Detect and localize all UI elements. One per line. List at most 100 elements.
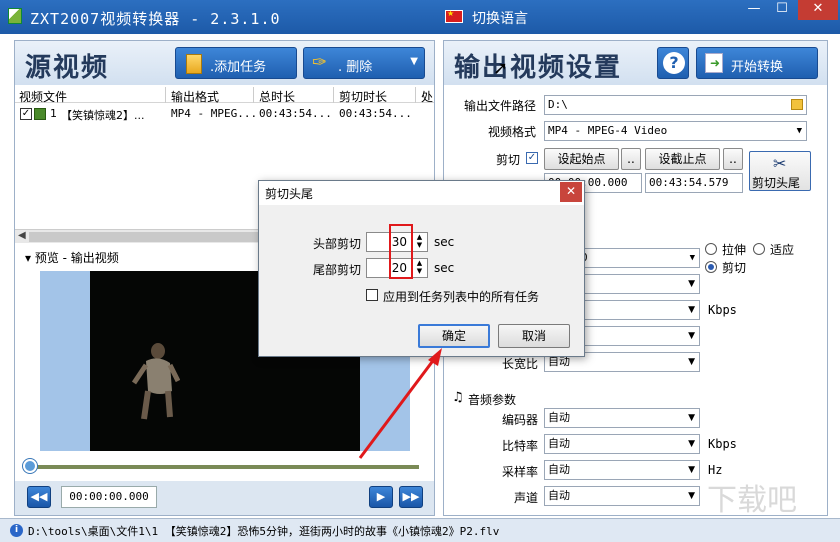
video-kbps-unit: Kbps (708, 303, 737, 317)
channels-value: 自动 (548, 489, 570, 502)
fit-radio[interactable] (753, 243, 765, 255)
title-bar: ZXT2007视频转换器 - 2.3.1.0 切换语言 — ☐ ✕ (0, 0, 840, 34)
preview-label-text: 预览 - 输出视频 (34, 251, 119, 265)
dialog-close-button[interactable]: ✕ (560, 182, 582, 202)
end-more-button[interactable]: .. (723, 148, 743, 170)
delete-button[interactable]: ✑ . 删除 ▼ (303, 47, 425, 79)
audio-kbps-unit: Kbps (708, 437, 737, 451)
set-start-button[interactable]: 设起始点 (544, 148, 619, 170)
encoder-select[interactable]: 自动 ▼ (544, 408, 700, 428)
video-figure (132, 343, 180, 420)
info-icon: i (10, 524, 23, 537)
task-index: 1 (50, 107, 57, 120)
scroll-left-icon[interactable]: ◀ (18, 230, 26, 241)
browse-folder-icon[interactable] (791, 99, 803, 110)
crop-radio[interactable] (705, 261, 717, 273)
dialog-title-bar: 剪切头尾 ✕ (259, 181, 584, 205)
chevron-down-icon: ▼ (689, 253, 695, 263)
chevron-down-icon: ▼ (688, 439, 695, 449)
fast-forward-button[interactable]: ▶▶ (399, 486, 423, 508)
window-title: ZXT2007视频转换器 - 2.3.1.0 (30, 10, 281, 28)
add-task-button[interactable]: .添加任务 (175, 47, 297, 79)
chevron-down-icon: ▼ (688, 279, 695, 289)
watermark-logo: 下载吧 (707, 483, 797, 518)
transport-bar: ◀◀ 00:00:00.000 ▶ ▶▶ (15, 481, 434, 515)
set-end-button[interactable]: 设截止点 (645, 148, 720, 170)
help-icon: ? (663, 52, 685, 74)
status-bar: i D:\tools\桌面\文件1\1 【笑镇惊魂2】恐怖5分钟，逛街两小时的故… (0, 518, 840, 542)
minimize-button[interactable]: — (740, 0, 768, 20)
crop-label: 剪切 (722, 261, 747, 275)
cut-head-tail-label: 剪切头尾 (752, 176, 801, 190)
spinner-arrows-icon[interactable]: ▲ ▼ (411, 259, 427, 277)
cut-checkbox[interactable]: ✓ (526, 152, 538, 164)
output-title: 输出视频设置 (454, 53, 623, 83)
output-path-value: D:\ (548, 98, 568, 111)
scissors-icon: ✂ (773, 154, 787, 173)
cancel-button[interactable]: 取消 (498, 324, 570, 348)
samplerate-select[interactable]: 自动 ▼ (544, 460, 700, 480)
status-text: D:\tools\桌面\文件1\1 【笑镇惊魂2】恐怖5分钟，逛街两小时的故事《… (28, 525, 500, 538)
apply-all-label: 应用到任务列表中的所有任务 (383, 290, 540, 304)
column-process[interactable]: 处 (421, 88, 433, 105)
broom-icon: ✑ (312, 52, 328, 73)
maximize-button[interactable]: ☐ (768, 0, 796, 20)
head-cut-unit: sec (434, 235, 455, 249)
china-flag-icon[interactable] (445, 9, 463, 23)
cut-label: 剪切 (496, 153, 521, 167)
bitrate-select[interactable]: 自动 ▼ (544, 434, 700, 454)
cut-head-tail-button[interactable]: ✂ 剪切头尾 (749, 151, 811, 191)
switch-language-button[interactable]: 切换语言 (472, 8, 528, 28)
encoder-label: 编码器 (502, 413, 539, 427)
start-convert-label: 开始转换 (731, 60, 784, 75)
task-cut-duration: 00:43:54... (339, 107, 412, 120)
column-output-format[interactable]: 输出格式 (171, 88, 219, 105)
tail-cut-unit: sec (434, 261, 455, 275)
rewind-button[interactable]: ◀◀ (27, 486, 51, 508)
column-video-file[interactable]: 视频文件 (19, 88, 67, 105)
column-cut-duration[interactable]: 剪切时长 (339, 88, 387, 105)
task-checkbox[interactable]: ✓ (20, 108, 32, 120)
source-header: 源视频 .添加任务 ✑ . 删除 ▼ (15, 41, 434, 85)
samplerate-value: 自动 (548, 463, 570, 476)
channels-select[interactable]: 自动 ▼ (544, 486, 700, 506)
video-format-value: MP4 - MPEG-4 Video (548, 124, 668, 137)
output-path-field[interactable]: D:\ (544, 95, 807, 115)
task-format: MP4 - MPEG... (171, 107, 258, 120)
video-format-select[interactable]: MP4 - MPEG-4 Video ▼ (544, 121, 807, 141)
ok-button[interactable]: 确定 (418, 324, 490, 348)
start-more-button[interactable]: .. (621, 148, 641, 170)
timeline-knob[interactable] (23, 459, 37, 473)
scroll-thumb[interactable] (29, 232, 259, 242)
app-icon (8, 8, 22, 24)
bitrate-label: 比特率 (502, 439, 539, 453)
task-duration: 00:43:54... (259, 107, 332, 120)
end-time-field[interactable]: 00:43:54.579 (645, 173, 743, 193)
preview-label[interactable]: ▾ 预览 - 输出视频 (25, 249, 119, 266)
close-button[interactable]: ✕ (798, 0, 838, 20)
spinner-arrows-icon[interactable]: ▲ ▼ (411, 233, 427, 251)
chevron-down-icon[interactable]: ▼ (410, 56, 418, 67)
head-cut-label: 头部剪切 (313, 237, 362, 251)
chevron-down-icon: ▼ (688, 465, 695, 475)
add-task-label: .添加任务 (210, 60, 267, 75)
source-title: 源视频 (25, 53, 110, 83)
play-button[interactable]: ▶ (369, 486, 393, 508)
chevron-down-icon: ▼ (688, 331, 695, 341)
timeline-track[interactable] (29, 465, 419, 469)
help-button[interactable]: ? (657, 47, 689, 79)
column-duration[interactable]: 总时长 (259, 88, 295, 105)
start-convert-button[interactable]: 开始转换 (696, 47, 818, 79)
stretch-radio[interactable] (705, 243, 717, 255)
apply-all-checkbox[interactable] (366, 289, 378, 301)
task-name: 【笑镇惊魂2】... (61, 109, 145, 122)
aspect-label: 长宽比 (502, 357, 539, 371)
chevron-down-icon: ▼ (688, 413, 695, 423)
channels-label: 声道 (514, 491, 539, 505)
chevron-down-icon: ▼ (688, 491, 695, 501)
output-path-label: 输出文件路径 (464, 99, 537, 113)
folder-icon (186, 54, 202, 74)
highlight-box (389, 224, 413, 279)
chevron-down-icon: ▼ (688, 305, 695, 315)
task-row[interactable]: ✓ 1 【笑镇惊魂2】... MP4 - MPEG... 00:43:54...… (15, 105, 434, 123)
